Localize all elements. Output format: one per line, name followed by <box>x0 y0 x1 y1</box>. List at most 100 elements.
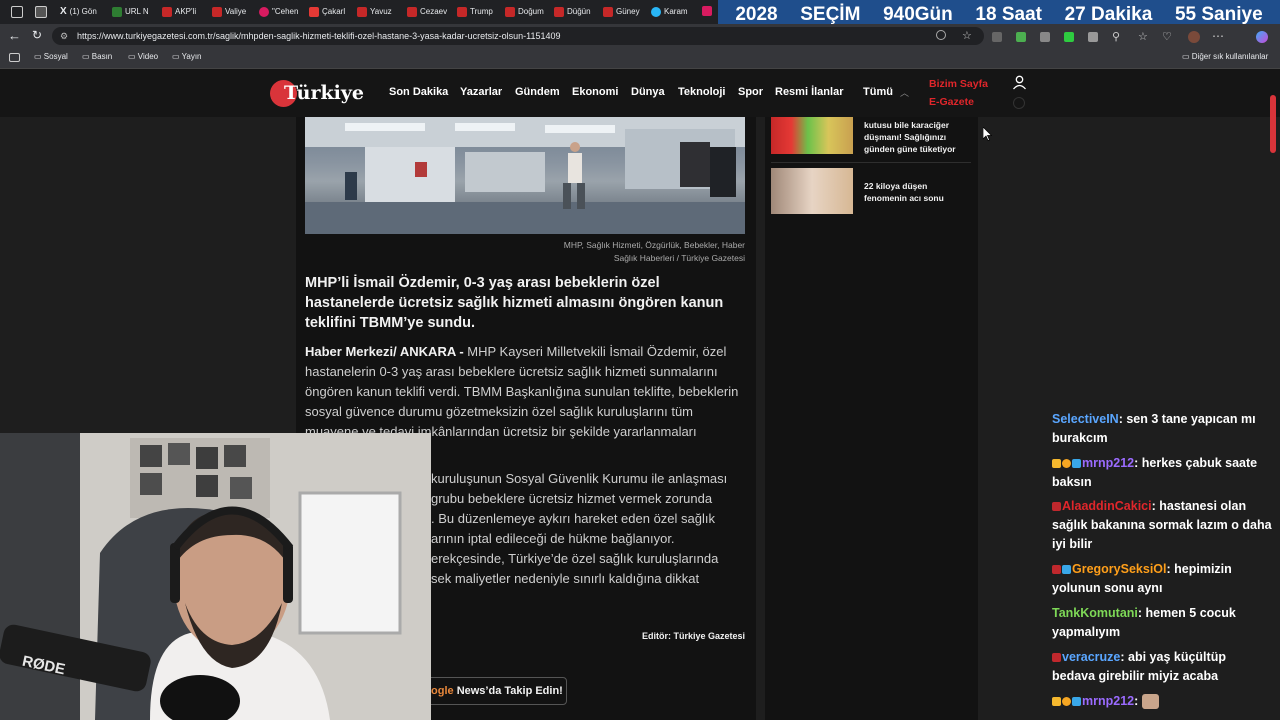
extensions-puzzle-icon[interactable]: ⚲ <box>1112 30 1120 43</box>
news-thumbnail <box>771 117 853 154</box>
nav-teknoloji[interactable]: Teknoloji <box>678 86 725 98</box>
folder-icon: ▭ <box>82 52 92 61</box>
subscriber-badge-icon <box>1052 565 1061 575</box>
article-body-continued: kuruluşunun Sosyal Güvenlik Kurumu ile a… <box>431 471 728 586</box>
browser-tab[interactable]: "Cehen <box>259 3 303 20</box>
chat-message: AlaaddinCakici: hastanesi olan sağlık ba… <box>1052 499 1272 551</box>
site-favicon-icon[interactable] <box>702 6 712 16</box>
zoom-icon[interactable] <box>936 30 946 40</box>
site-info-icon[interactable]: ⚙ <box>60 27 68 45</box>
browser-tab[interactable]: AKP'li <box>162 3 206 20</box>
nav-yazarlar[interactable]: Yazarlar <box>460 86 502 98</box>
back-arrow-icon[interactable]: ← <box>8 28 21 43</box>
google-news-follow-button[interactable]: ogle News’da Takip Edin! <box>421 677 567 705</box>
folder-icon: ▭ <box>1182 52 1192 61</box>
url-text: https://www.turkiyegazetesi.com.tr/sagli… <box>77 31 561 41</box>
browser-tab[interactable]: Valiye <box>212 3 254 20</box>
browser-tab[interactable]: Karam <box>651 3 695 20</box>
chat-username[interactable]: TankKomutani <box>1052 606 1138 620</box>
bookmark-folder[interactable]: ▭ Basın <box>82 52 112 61</box>
chat-username[interactable]: AlaaddinCakici <box>1062 499 1152 513</box>
site-favicon-icon <box>357 6 367 17</box>
extension-icon[interactable] <box>992 32 1002 42</box>
site-favicon-icon <box>212 6 222 17</box>
dateline: Haber Merkezi/ ANKARA - <box>305 344 468 359</box>
browser-tab[interactable]: X (1) Gön <box>60 3 104 20</box>
nav-resmi-ilanlar[interactable]: Resmi İlanlar <box>775 86 843 98</box>
browser-tab[interactable]: Trump <box>457 3 499 20</box>
browser-tab[interactable]: Çakarl <box>309 3 351 20</box>
nav-tumu[interactable]: Tümü <box>863 86 893 98</box>
chat-username[interactable]: veracruze <box>1062 650 1120 664</box>
article-image <box>305 117 745 234</box>
folder-icon: ▭ <box>128 52 138 61</box>
tier-badge-icon <box>1062 459 1071 469</box>
profile-avatar[interactable] <box>1188 31 1200 43</box>
copilot-icon[interactable] <box>1256 31 1268 43</box>
sidebar-news-item[interactable]: 22 kiloya düşen fenomenin acı sonu <box>771 168 971 215</box>
site-favicon-icon <box>603 6 613 17</box>
bookmark-folder[interactable]: ▭ Sosyal <box>34 52 68 61</box>
chat-message: TankKomutani: hemen 5 cocuk yapmalıyım <box>1052 606 1236 639</box>
tab-actions-icon[interactable] <box>35 6 47 18</box>
reading-list-icon[interactable] <box>9 53 20 62</box>
nav-spor[interactable]: Spor <box>738 86 763 98</box>
chat-message: GregorySeksiOl: hepimizin yolunun sonu a… <box>1052 562 1232 595</box>
extension-icons: ⚲ ☆ ♡ ⋯ <box>992 29 1280 44</box>
extension-icon[interactable] <box>1040 32 1050 42</box>
page-scrollbar[interactable] <box>1270 95 1276 153</box>
favorites-icon[interactable]: ♡ <box>1162 30 1172 43</box>
site-favicon-icon <box>259 6 269 17</box>
streamer-webcam: RØDE <box>0 433 431 720</box>
star-icon[interactable]: ☆ <box>962 27 972 45</box>
gem-badge-icon <box>1072 459 1081 469</box>
sidebar-news-item[interactable]: kutusu bile karaciğer düşmanı! Sağlığını… <box>771 117 971 155</box>
browser-tab[interactable]: Düğün <box>554 3 598 20</box>
gem-badge-icon <box>1072 697 1081 707</box>
nav-dunya[interactable]: Dünya <box>631 86 665 98</box>
bookmark-folder[interactable]: ▭ Video <box>128 52 158 61</box>
collections-icon[interactable]: ☆ <box>1138 30 1148 43</box>
chat-username[interactable]: SelectiveIN <box>1052 412 1119 426</box>
workspaces-icon[interactable] <box>11 6 23 18</box>
chat-username[interactable]: mrnp212 <box>1082 694 1134 708</box>
countdown-label: SEÇİM <box>800 4 861 25</box>
image-caption: MHP, Sağlık Hizmeti, Özgürlük, Bebekler,… <box>563 240 745 263</box>
extension-icon[interactable] <box>1064 32 1074 42</box>
chat-message: mrnp212: <box>1052 692 1272 711</box>
x-icon: X <box>60 6 67 17</box>
extension-icon[interactable] <box>1088 32 1098 42</box>
nav-son-dakika[interactable]: Son Dakika <box>389 86 448 98</box>
browser-tab[interactable]: Yavuz <box>357 3 401 20</box>
site-favicon-icon <box>309 6 319 17</box>
countdown-days: 940Gün <box>883 4 953 25</box>
site-logo[interactable]: Türkiye <box>270 78 370 108</box>
reload-icon[interactable]: ↻ <box>32 28 42 42</box>
browser-tab[interactable]: Cezaev <box>407 3 451 20</box>
gem-badge-icon <box>1062 565 1071 575</box>
chat-username[interactable]: GregorySeksiOl <box>1072 562 1167 576</box>
browser-tab[interactable]: URL N <box>112 3 156 20</box>
more-menu-icon[interactable]: ⋯ <box>1212 29 1224 43</box>
folder-icon: ▭ <box>34 52 44 61</box>
nav-ekonomi[interactable]: Ekonomi <box>572 86 618 98</box>
user-account-icon[interactable] <box>1012 75 1027 90</box>
news-title: kutusu bile karaciğer düşmanı! Sağlığını… <box>864 120 956 154</box>
subscriber-badge-icon <box>1052 502 1061 512</box>
e-gazete-link[interactable]: E-Gazete <box>929 96 974 108</box>
browser-tab[interactable]: Doğum <box>505 3 549 20</box>
news-thumbnail <box>771 168 853 214</box>
extension-icon[interactable] <box>1016 32 1026 42</box>
bookmark-folder[interactable]: ▭ Yayın <box>172 52 202 61</box>
bizim-sayfa-link[interactable]: Bizim Sayfa <box>929 78 988 90</box>
other-bookmarks-folder[interactable]: ▭ Diğer sık kullanılanlar <box>1182 52 1268 61</box>
chat-username[interactable]: mrnp212 <box>1082 456 1134 470</box>
chat-message: mrnp212: herkes çabuk saate baksın <box>1052 456 1258 489</box>
site-favicon-icon <box>112 6 122 17</box>
address-bar[interactable]: ⚙ https://www.turkiyegazetesi.com.tr/sag… <box>52 27 984 45</box>
mouse-cursor-icon <box>983 127 992 141</box>
site-favicon-icon <box>505 6 515 17</box>
browser-tab[interactable]: Güney <box>603 3 645 20</box>
nav-gundem[interactable]: Gündem <box>515 86 560 98</box>
chevron-up-icon[interactable]: ︿ <box>900 86 909 99</box>
